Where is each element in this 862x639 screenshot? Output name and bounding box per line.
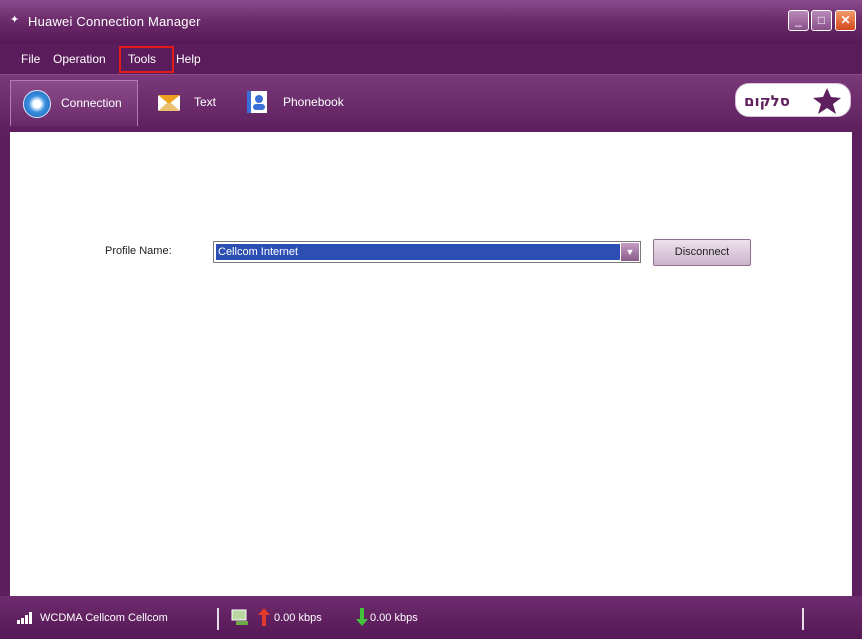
upload-arrow-icon: [258, 608, 270, 626]
menu-help[interactable]: Help: [176, 52, 201, 66]
tab-connection[interactable]: Connection: [10, 80, 138, 126]
chevron-down-icon[interactable]: ▼: [621, 243, 639, 261]
divider: [802, 608, 804, 630]
profile-select[interactable]: Cellcom Internet ▼: [213, 241, 641, 263]
minimize-button[interactable]: _: [788, 10, 809, 31]
phonebook-icon: [244, 89, 270, 115]
logo-text: סלקום: [744, 92, 790, 110]
disconnect-button[interactable]: Disconnect: [653, 239, 751, 266]
tab-text-label: Text: [194, 95, 217, 109]
tab-phonebook[interactable]: Phonebook: [238, 80, 358, 126]
profile-value: Cellcom Internet: [216, 244, 620, 260]
toolbar: Connection Text Phonebook סלקום: [0, 74, 862, 132]
upload-speed: 0.00 kbps: [274, 612, 322, 624]
star-icon: [812, 87, 842, 115]
divider: [217, 608, 219, 630]
computer-icon: [231, 608, 251, 626]
tools-highlight-box: [119, 46, 174, 73]
envelope-icon: [156, 89, 182, 115]
download-speed: 0.00 kbps: [370, 612, 418, 624]
main-panel: Profile Name: Cellcom Internet ▼ Disconn…: [10, 132, 852, 596]
profile-name-label: Profile Name:: [105, 245, 172, 257]
tab-connection-label: Connection: [61, 96, 122, 110]
tab-text[interactable]: Text: [148, 80, 228, 126]
network-status: WCDMA Cellcom Cellcom: [40, 612, 168, 624]
menu-operation[interactable]: Operation: [53, 52, 106, 66]
download-arrow-icon: [356, 608, 368, 626]
connection-icon: [23, 90, 51, 118]
cellcom-logo: סלקום: [735, 83, 851, 117]
title-bar[interactable]: ✦ Huawei Connection Manager _ □ ✕: [0, 0, 862, 44]
close-button[interactable]: ✕: [835, 10, 856, 31]
maximize-button[interactable]: □: [811, 10, 832, 31]
tab-phonebook-label: Phonebook: [283, 95, 344, 109]
status-bar: WCDMA Cellcom Cellcom 0.00 kbps 0.00 kbp…: [0, 596, 862, 639]
app-icon: ✦: [10, 14, 20, 26]
menu-file[interactable]: File: [21, 52, 40, 66]
app-window: ✦ Huawei Connection Manager _ □ ✕ File O…: [0, 0, 862, 639]
window-title: Huawei Connection Manager: [28, 14, 201, 29]
signal-icon: [17, 611, 33, 624]
